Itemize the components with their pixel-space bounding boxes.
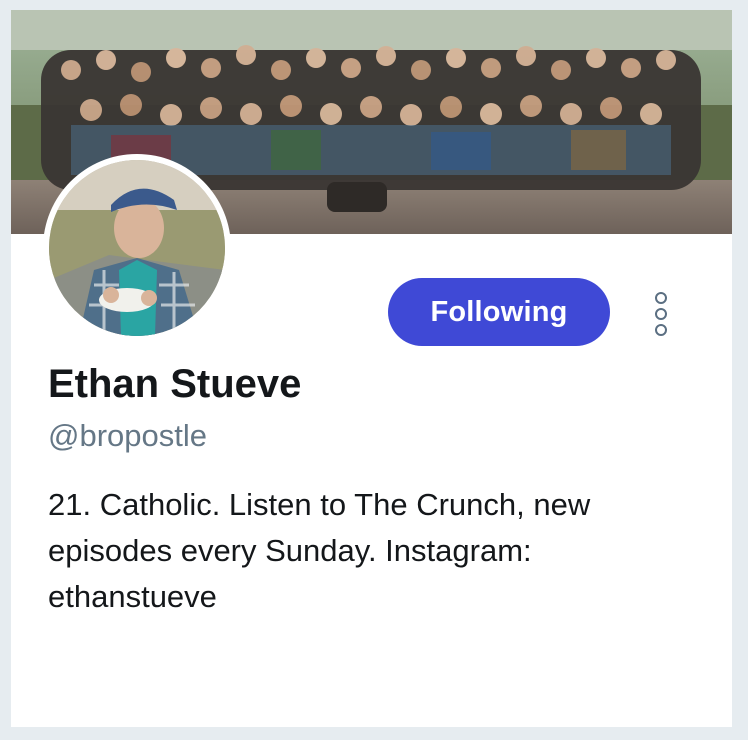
more-dot-icon: [655, 324, 667, 336]
more-options-icon[interactable]: [647, 292, 675, 336]
profile-card: Following Ethan Stueve @bropostle 21. Ca…: [11, 10, 732, 727]
profile-avatar[interactable]: [43, 154, 231, 342]
more-dot-icon: [655, 292, 667, 304]
following-button[interactable]: Following: [388, 278, 610, 346]
avatar-photo: [49, 160, 225, 336]
more-dot-icon: [655, 308, 667, 320]
profile-display-name: Ethan Stueve: [48, 362, 302, 406]
profile-handle: @bropostle: [48, 418, 207, 453]
profile-bio: 21. Catholic. Listen to The Crunch, new …: [48, 487, 591, 614]
